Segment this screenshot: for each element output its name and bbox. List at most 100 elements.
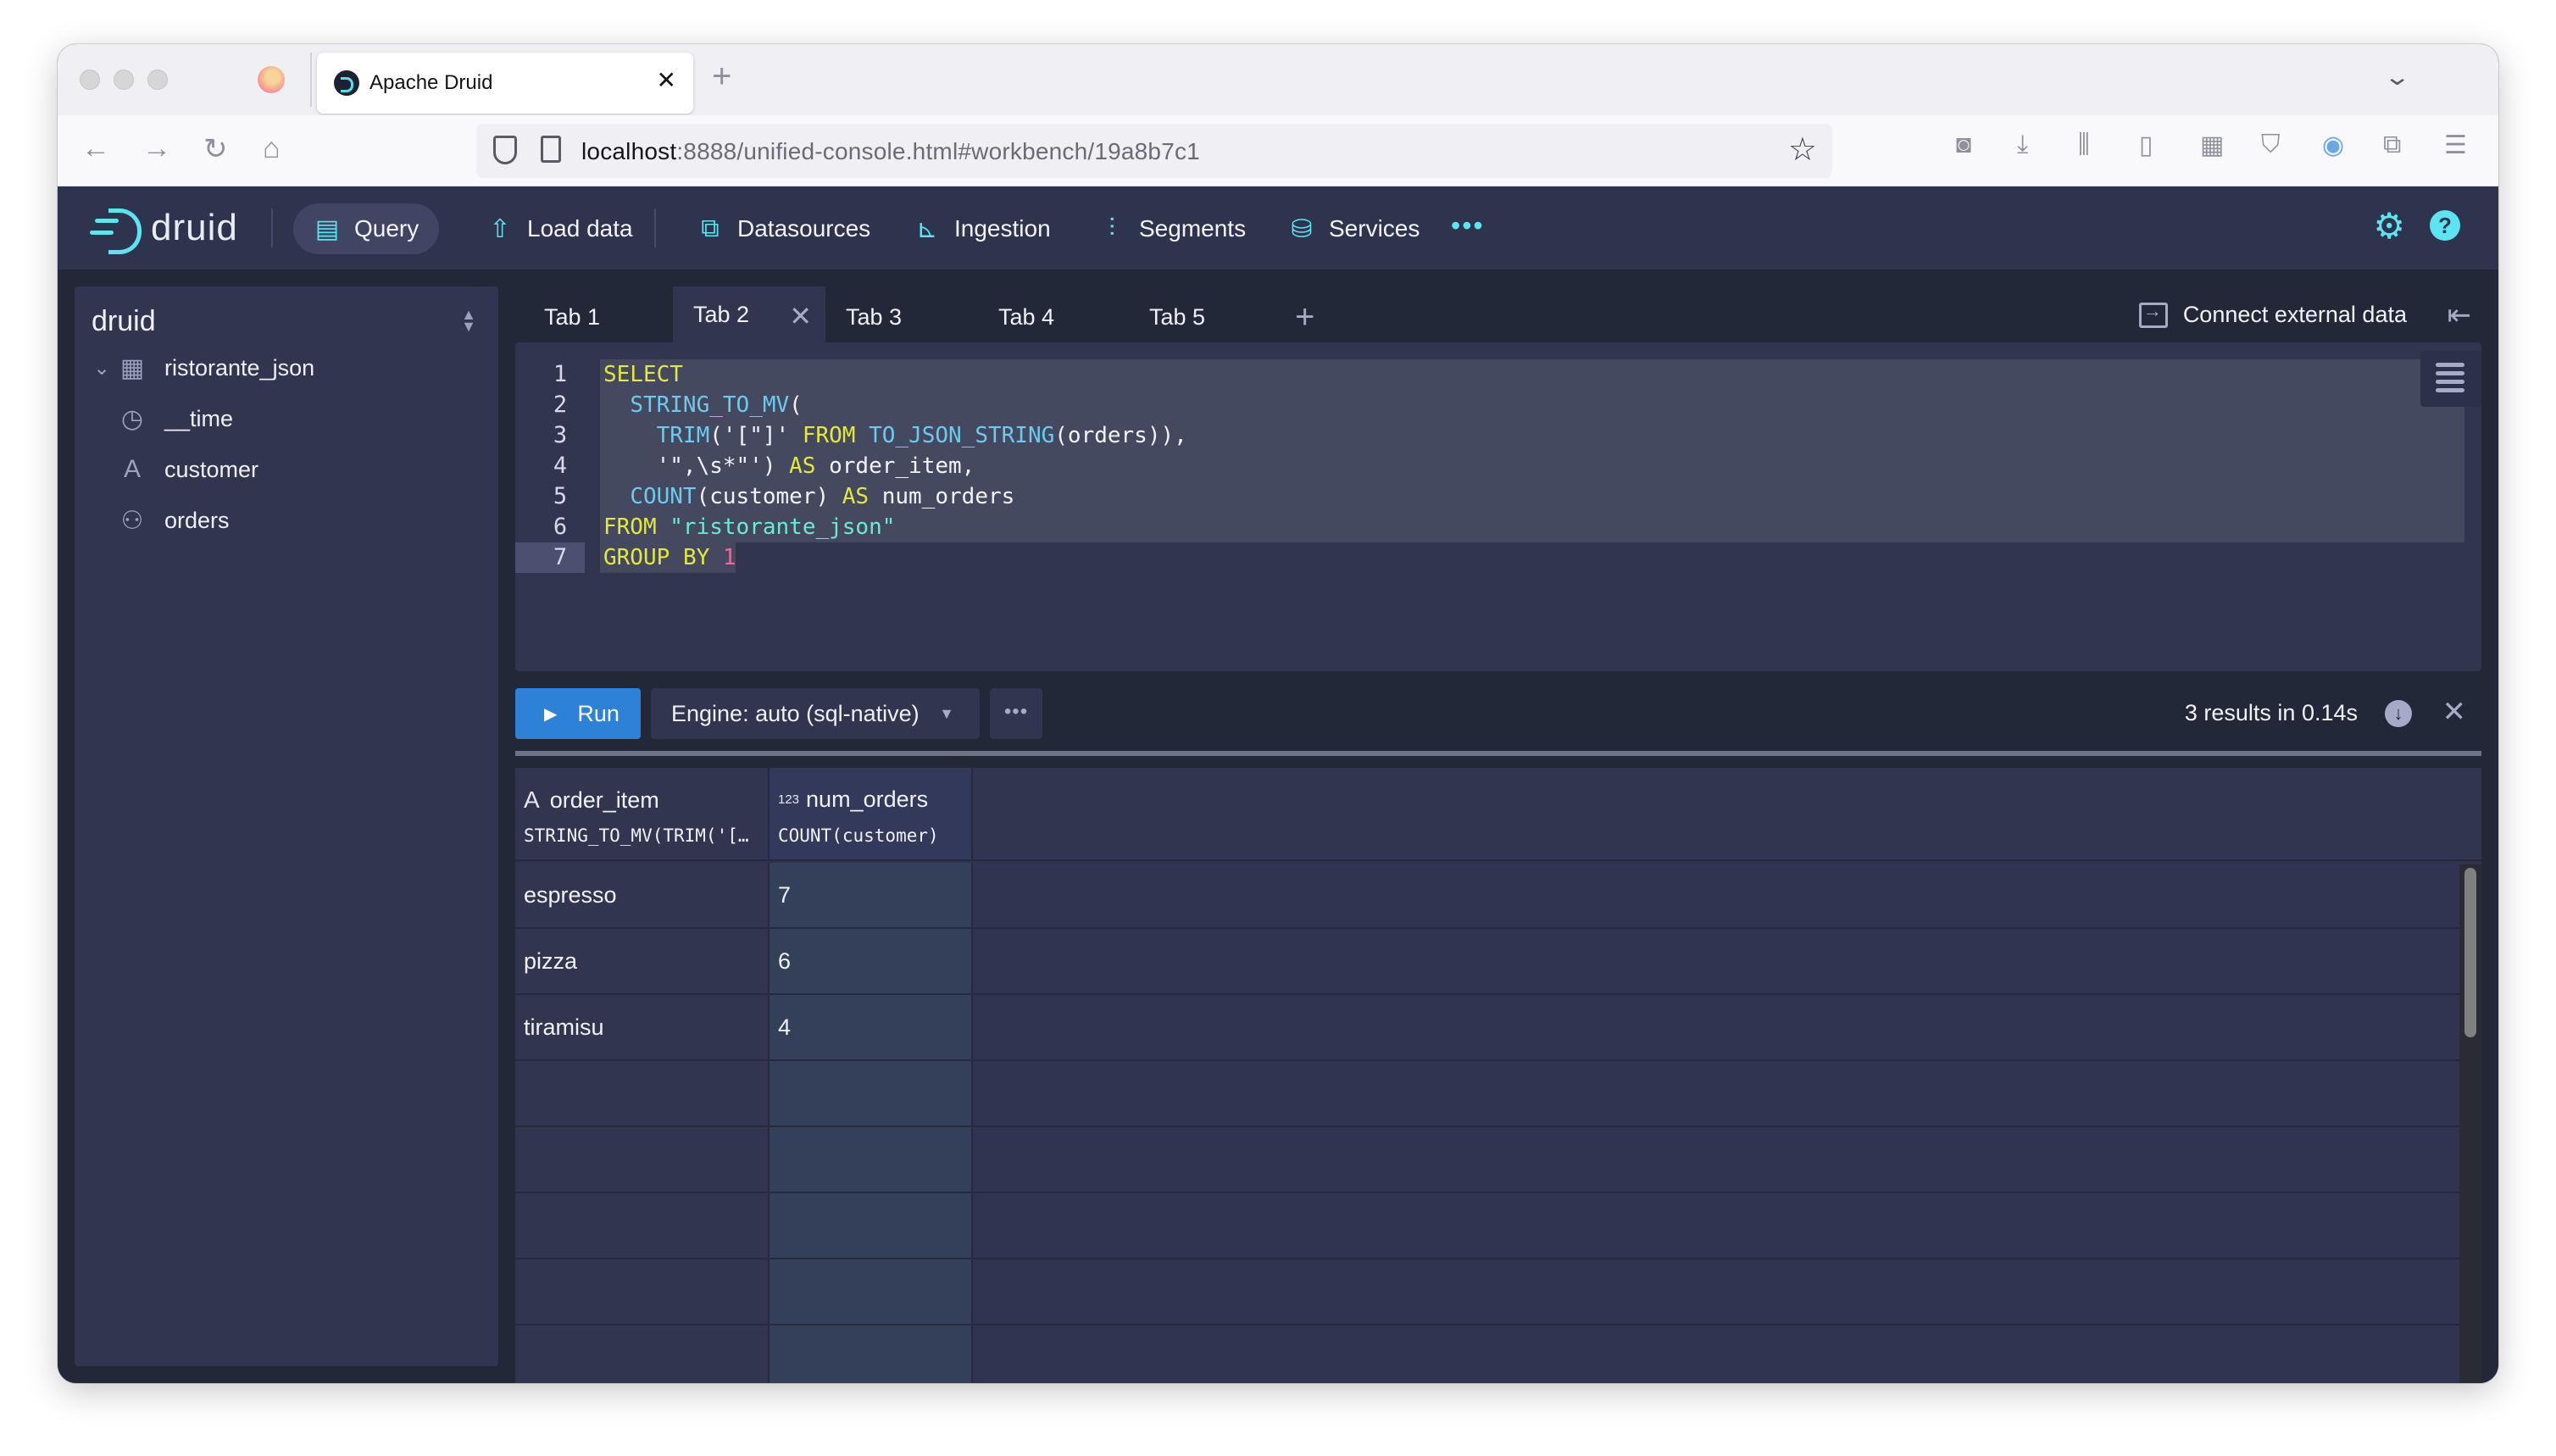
column-header-order-item[interactable]: A order_item STRING_TO_MV(TRIM('[… (515, 768, 770, 861)
empty-row (515, 1325, 2464, 1383)
nav-load-data[interactable]: ⇧ Load data (466, 203, 653, 254)
cell-filler (973, 863, 2464, 927)
tab-label: Tab 3 (846, 303, 903, 330)
new-tab-button[interactable]: + (712, 58, 731, 96)
password-manager-icon[interactable]: ◉ (2322, 131, 2344, 160)
cell-num-orders[interactable]: 6 (770, 929, 973, 993)
page-icon[interactable] (541, 136, 561, 163)
tree-column[interactable]: ◷ __time (115, 397, 233, 441)
reload-icon[interactable]: ↻ (203, 132, 228, 166)
nav-more-button[interactable]: ••• (1451, 210, 1485, 242)
pocket-icon[interactable]: ◙ (1956, 131, 1971, 159)
editor-menu-button[interactable] (2420, 351, 2481, 407)
caret-down-icon: ▼ (939, 705, 954, 722)
scrollbar-thumb[interactable] (2464, 868, 2476, 1037)
line-number: 5 (553, 483, 568, 509)
segments-icon: ⫶ (1109, 214, 1115, 242)
bookmark-star-icon[interactable]: ☆ (1788, 131, 1817, 169)
line-number: 3 (553, 422, 568, 448)
library-icon[interactable]: ⫼ (2078, 131, 2090, 159)
nav-ingestion[interactable]: ⊾ Ingestion (893, 203, 1071, 254)
cell-order-item[interactable]: espresso (515, 863, 770, 927)
cell-order-item[interactable]: pizza (515, 929, 770, 993)
code-line[interactable]: GROUP BY 1 (603, 542, 736, 573)
tab-list-chevron-icon[interactable]: ⌄ (2383, 63, 2411, 91)
query-area: Tab 1 Tab 2 ✕ Tab 3 Tab 4 Tab 5 + Connec… (515, 270, 2481, 1383)
engine-selector[interactable]: Engine: auto (sql-native) ▼ (651, 688, 980, 739)
nav-services[interactable]: ⛁ Services (1268, 203, 1440, 254)
code-line[interactable]: '",\s*"') AS order_item, (603, 451, 975, 481)
shield-icon[interactable] (493, 136, 517, 164)
results-table: A order_item STRING_TO_MV(TRIM('[… 123 n… (515, 768, 2481, 1383)
tab-3[interactable]: Tab 3 (825, 286, 978, 347)
code-line[interactable]: SELECT (603, 359, 683, 390)
cell-order-item[interactable]: tiramisu (515, 995, 770, 1059)
menu-icon[interactable]: ☰ (2444, 131, 2467, 160)
chevron-down-icon[interactable]: ⌄ (88, 356, 115, 381)
datasources-icon: ⧉ (701, 214, 720, 242)
tree-column[interactable]: A customer (115, 447, 258, 492)
tree-column[interactable]: ⚇ orders (115, 498, 230, 542)
tab-2[interactable]: Tab 2 ✕ (673, 286, 825, 347)
cell-num-orders[interactable]: 7 (770, 863, 973, 927)
column-header-num-orders[interactable]: 123 num_orders COUNT(customer) (770, 768, 973, 861)
sql-editor[interactable]: 1 2 3 4 5 6 7 SELECT STRING_TO_MV( TRIM(… (515, 342, 2481, 671)
privacy-badger-icon[interactable]: ⛉ (2261, 131, 2281, 159)
forward-icon[interactable]: → (142, 132, 171, 165)
table-row[interactable]: espresso 7 (515, 863, 2464, 929)
help-icon[interactable]: ? (2430, 210, 2460, 241)
empty-cell (973, 1325, 2464, 1383)
number-type-icon: 123 (778, 792, 800, 807)
run-button[interactable]: ▶ Run (515, 688, 641, 739)
close-results-icon[interactable]: ✕ (2442, 695, 2467, 729)
tab-5[interactable]: Tab 5 (1129, 286, 1281, 347)
tab-1[interactable]: Tab 1 (524, 286, 676, 347)
connect-label: Connect external data (2182, 302, 2407, 327)
sidebar-icon[interactable]: ▯ (2139, 131, 2153, 160)
empty-row (515, 1061, 2464, 1127)
code-line[interactable]: FROM "ristorante_json" (603, 512, 895, 542)
druid-logo-text: druid (151, 207, 238, 248)
cell-num-orders[interactable]: 4 (770, 995, 973, 1059)
browser-toolbar: ← → ↻ ⌂ localhost:8888/unified-console.h… (58, 115, 2498, 186)
results-scrollbar[interactable] (2459, 864, 2481, 1383)
minimize-window-button[interactable] (114, 69, 134, 90)
home-icon[interactable]: ⌂ (263, 132, 281, 165)
nav-query[interactable]: ▤ Query (293, 203, 440, 254)
download-results-icon[interactable]: ↓ (2385, 700, 2412, 727)
nav-datasources[interactable]: ⧉ Datasources (676, 203, 891, 254)
connect-external-data-button[interactable]: Connect external data (2138, 300, 2407, 328)
tab-4[interactable]: Tab 4 (978, 286, 1131, 347)
results-divider[interactable] (515, 751, 2481, 756)
maximize-window-button[interactable] (147, 69, 168, 90)
close-tab-icon[interactable]: ✕ (789, 300, 812, 332)
schema-selector-icon[interactable]: ▲ ▼ (461, 307, 476, 334)
code-line[interactable]: COUNT(customer) AS num_orders (603, 481, 1014, 512)
nav-load-data-label: Load data (527, 215, 633, 242)
url-text[interactable]: localhost:8888/unified-console.html#work… (581, 138, 1200, 165)
add-tab-button[interactable]: + (1295, 298, 1314, 336)
extension-grid-icon[interactable]: ▦ (2200, 131, 2224, 160)
nav-datasources-label: Datasources (737, 215, 871, 242)
table-row[interactable]: tiramisu 4 (515, 995, 2464, 1061)
url-bar[interactable]: localhost:8888/unified-console.html#work… (476, 124, 1832, 178)
code-line[interactable]: STRING_TO_MV( (603, 390, 803, 420)
browser-tab-active[interactable]: Apache Druid ✕ (317, 53, 693, 114)
query-icon: ▤ (314, 214, 340, 243)
back-icon[interactable]: ← (81, 132, 110, 165)
settings-gear-icon[interactable]: ⚙ (2373, 205, 2405, 247)
close-window-button[interactable] (80, 69, 100, 90)
druid-logo[interactable]: druid (90, 205, 238, 254)
table-row[interactable]: pizza 6 (515, 929, 2464, 995)
tab-separator (310, 53, 312, 107)
close-tab-icon[interactable]: ✕ (657, 66, 676, 94)
extensions-icon[interactable]: ⧉ (2383, 131, 2401, 159)
code-line[interactable]: TRIM('["]' FROM TO_JSON_STRING(orders)), (603, 420, 1187, 451)
tree-datasource[interactable]: ⌄ ▦ ristorante_json (75, 346, 314, 390)
query-more-button[interactable]: ••• (990, 688, 1042, 739)
download-icon[interactable]: ⤓ (2017, 131, 2028, 159)
collapse-panel-icon[interactable]: ⇤ (2448, 298, 2472, 332)
datasource-name: ristorante_json (164, 354, 315, 381)
nav-segments[interactable]: ⫶ Segments (1078, 203, 1266, 254)
run-bar: ▶ Run Engine: auto (sql-native) ▼ ••• 3 … (515, 688, 2481, 739)
